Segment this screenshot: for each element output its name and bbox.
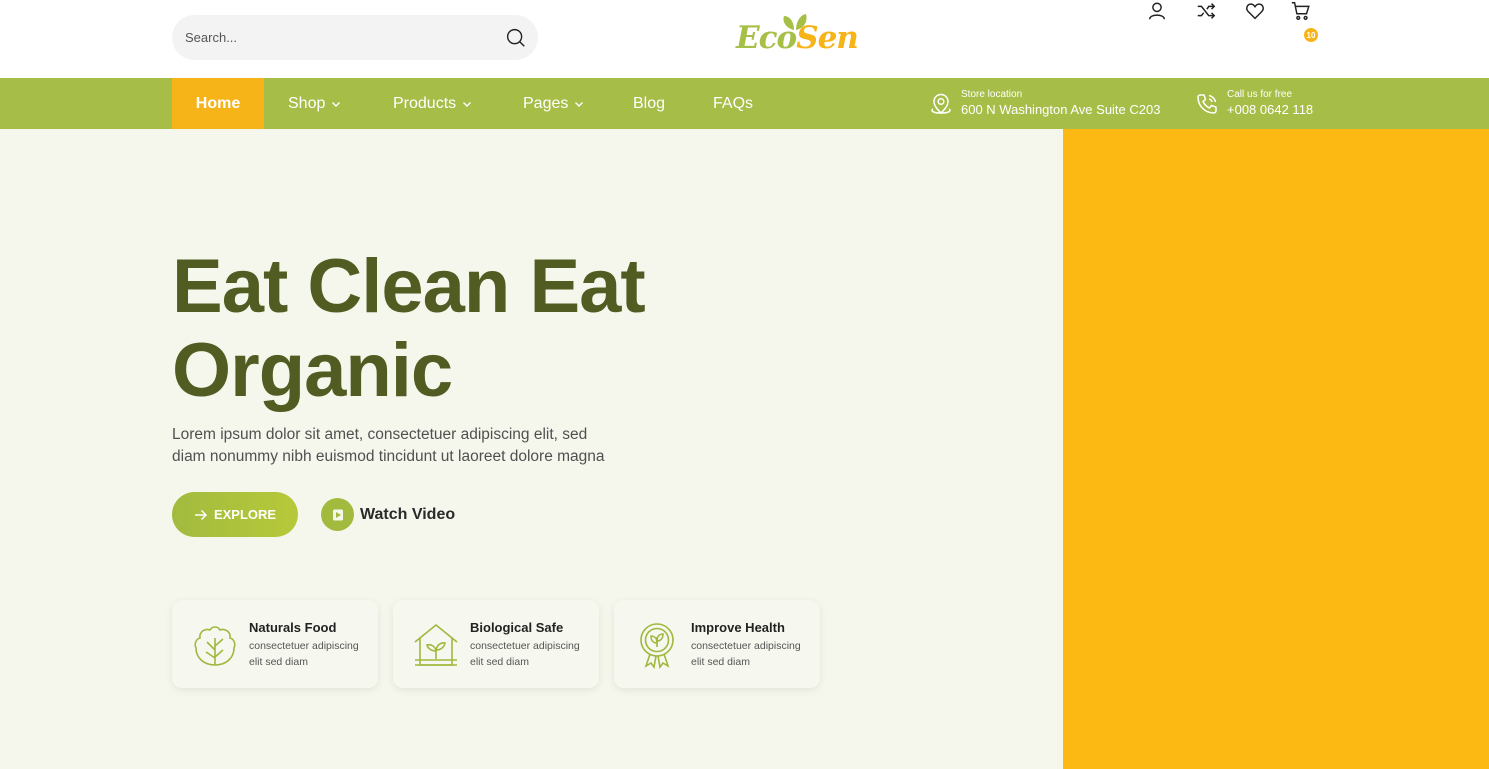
- feature-description-line2: elit sed diam: [249, 656, 308, 668]
- watch-video-label: Watch Video: [360, 505, 456, 523]
- shuffle-icon[interactable]: [1195, 0, 1217, 22]
- feature-title: Improve Health: [691, 620, 785, 635]
- chevron-down-icon: [332, 101, 341, 107]
- feature-description: consectetuer adipiscing elit sed diam: [249, 638, 374, 670]
- nav-item-pages[interactable]: Pages: [523, 78, 584, 129]
- phone-icon: [1197, 94, 1217, 114]
- nav-item-products[interactable]: Products: [393, 78, 472, 129]
- feature-card-naturals-food: Naturals Food consectetuer adipiscing el…: [172, 600, 378, 688]
- call-us-phone: +008 0642 118: [1227, 102, 1314, 117]
- call-us-label: Call us for free: [1227, 89, 1293, 100]
- feature-description: consectetuer adipiscing elit sed diam: [691, 638, 816, 670]
- hero-image-panel: [1063, 129, 1489, 769]
- play-icon: [332, 509, 343, 520]
- feature-description-line1: consectetuer adipiscing: [691, 640, 801, 652]
- logo-text: EcoSen: [736, 20, 859, 56]
- nav-item-faqs[interactable]: FAQs: [713, 78, 753, 129]
- chevron-down-icon: [575, 101, 584, 107]
- nav-item-label: Shop: [288, 94, 326, 112]
- hero-description-line2: diam nonummy nibh euismod tincidunt ut l…: [172, 448, 605, 465]
- feature-description: consectetuer adipiscing elit sed diam: [470, 638, 595, 670]
- nav-item-label: FAQs: [713, 94, 754, 112]
- hero-headline: Eat Clean Eat Organic: [172, 245, 772, 413]
- arrow-right-icon: [194, 509, 207, 520]
- location-pin-icon: [931, 93, 951, 115]
- feature-description-line2: elit sed diam: [470, 656, 529, 668]
- feature-title: Biological Safe: [470, 620, 564, 635]
- hero-description: Lorem ipsum dolor sit amet, consectetuer…: [172, 424, 622, 468]
- hero-description-line1: Lorem ipsum dolor sit amet, consectetuer…: [172, 426, 588, 443]
- greenhouse-icon: [414, 623, 458, 666]
- top-header: EcoSen 10: [0, 0, 1489, 78]
- chevron-down-icon: [463, 101, 472, 107]
- store-location-label: Store location: [961, 89, 1023, 100]
- feature-description-line2: elit sed diam: [691, 656, 750, 668]
- feature-description-line1: consectetuer adipiscing: [470, 640, 580, 652]
- hero-headline-line2: Organic: [172, 328, 453, 413]
- search-bar: [172, 15, 538, 60]
- leaf-badge-icon: [640, 623, 674, 669]
- watch-video-button[interactable]: Watch Video: [321, 498, 455, 531]
- feature-card-biological-safe: Biological Safe consectetuer adipiscing …: [393, 600, 599, 688]
- explore-button[interactable]: EXPLORE: [172, 492, 298, 537]
- user-icon[interactable]: [1146, 0, 1168, 22]
- feature-card-improve-health: Improve Health consectetuer adipiscing e…: [614, 600, 820, 688]
- nav-item-label: Blog: [633, 94, 666, 112]
- heart-icon[interactable]: [1244, 0, 1266, 22]
- logo-eco: Eco: [736, 20, 797, 56]
- logo[interactable]: EcoSen: [736, 12, 859, 56]
- nav-item-label: Home: [195, 94, 241, 112]
- nav-item-label: Pages: [523, 94, 569, 112]
- cart-icon[interactable]: [1290, 0, 1312, 22]
- nav-item-shop[interactable]: Shop: [288, 78, 341, 129]
- search-icon[interactable]: [505, 27, 526, 48]
- store-location-address: 600 N Washington Ave Suite C203: [961, 102, 1161, 117]
- nav-item-label: Products: [393, 94, 457, 112]
- feature-title: Naturals Food: [249, 620, 337, 635]
- cart-count-badge: 10: [1304, 28, 1318, 42]
- feature-description-line1: consectetuer adipiscing: [249, 640, 359, 652]
- nav-item-home[interactable]: Home: [172, 78, 264, 129]
- hero-headline-line1: Eat Clean Eat: [172, 244, 646, 329]
- store-location[interactable]: Store location 600 N Washington Ave Suit…: [929, 89, 1160, 121]
- lettuce-icon: [194, 626, 236, 666]
- play-button[interactable]: [321, 498, 354, 531]
- logo-sen: Sen: [796, 20, 859, 56]
- call-us[interactable]: Call us for free +008 0642 118: [1195, 89, 1313, 121]
- search-input[interactable]: [185, 30, 485, 45]
- explore-button-label: EXPLORE: [213, 507, 277, 522]
- nav-item-blog[interactable]: Blog: [633, 78, 665, 129]
